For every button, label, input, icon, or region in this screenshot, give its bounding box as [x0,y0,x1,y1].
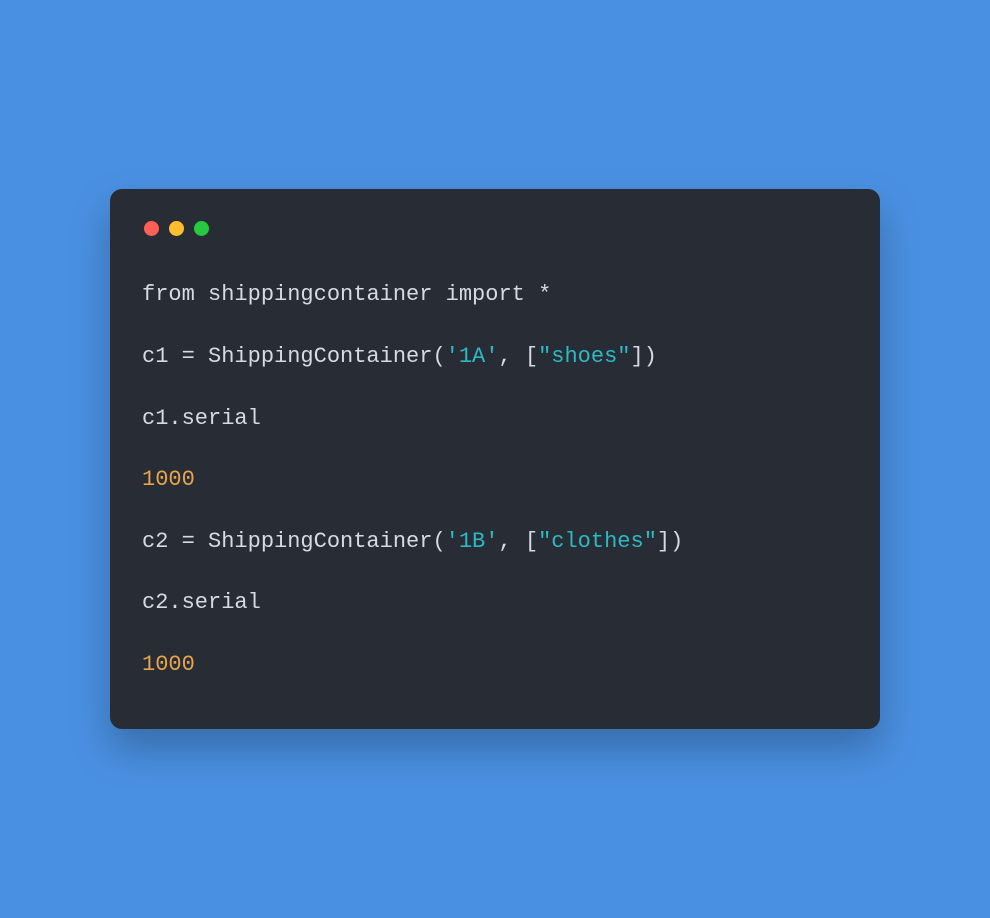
code-line: c2 = ShippingContainer('1B', ["clothes"]… [142,527,848,558]
zoom-icon[interactable] [194,221,209,236]
code-line: c2.serial [142,588,848,619]
code-line [142,557,848,588]
code-block: from shippingcontainer import * c1 = Shi… [142,280,848,680]
minimize-icon[interactable] [169,221,184,236]
code-token: shippingcontainer [195,282,446,307]
code-token: c2.serial [142,590,261,615]
code-token: c1 = ShippingContainer( [142,344,446,369]
code-token: c1.serial [142,406,261,431]
code-token: ]) [631,344,657,369]
code-line: from shippingcontainer import * [142,280,848,311]
code-token: "shoes" [538,344,630,369]
code-line [142,619,848,650]
close-icon[interactable] [144,221,159,236]
window-titlebar [144,221,848,236]
code-token: c2 = ShippingContainer( [142,529,446,554]
code-token: ]) [657,529,683,554]
code-token: '1B' [446,529,499,554]
code-token: '1A' [446,344,499,369]
code-token: 1000 [142,652,195,677]
code-token: 1000 [142,467,195,492]
code-token: from [142,282,195,307]
code-line [142,434,848,465]
code-line [142,311,848,342]
code-token: , [ [498,529,538,554]
code-line: c1.serial [142,404,848,435]
code-token: , [ [498,344,538,369]
code-token: * [525,282,551,307]
code-token: import [446,282,525,307]
code-line: 1000 [142,650,848,681]
code-line [142,496,848,527]
terminal-window: from shippingcontainer import * c1 = Shi… [110,189,880,728]
code-token: "clothes" [538,529,657,554]
code-line [142,373,848,404]
code-line: 1000 [142,465,848,496]
code-line: c1 = ShippingContainer('1A', ["shoes"]) [142,342,848,373]
